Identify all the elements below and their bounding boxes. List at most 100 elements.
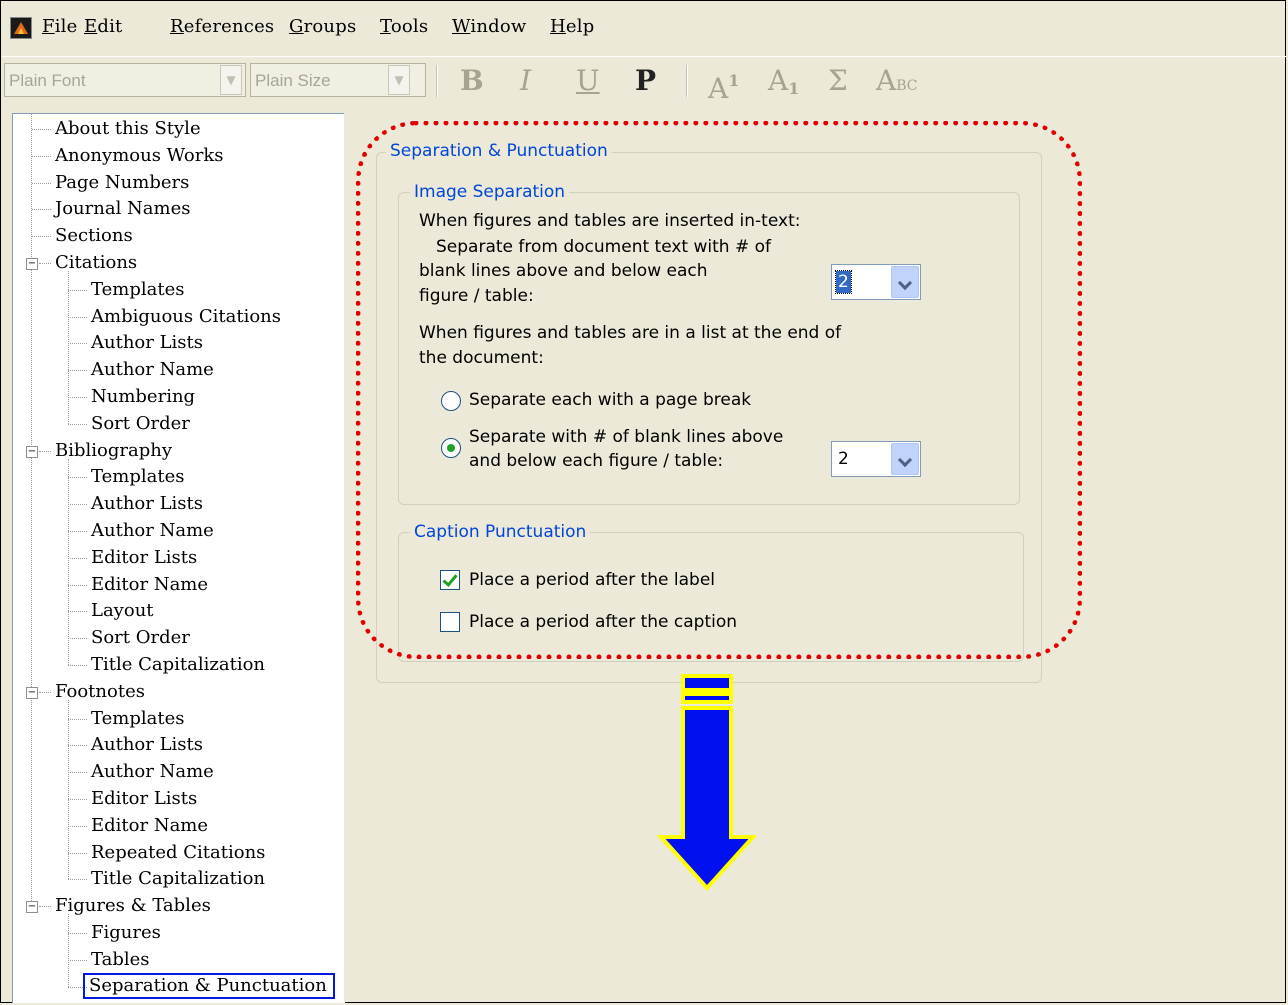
toolbar-separator — [436, 65, 438, 97]
tree-connector — [68, 504, 87, 506]
app-icon[interactable] — [10, 17, 32, 39]
radio-page-break-label[interactable]: Separate each with a page break — [469, 389, 751, 412]
menu-tools[interactable]: Tools — [380, 16, 428, 37]
tree-item[interactable]: Author Name — [91, 760, 214, 784]
tree-item[interactable]: Title Capitalization — [91, 653, 265, 677]
menu-references[interactable]: References — [170, 16, 274, 37]
tree-item[interactable]: Templates — [91, 465, 184, 489]
subscript-mark: 1 — [788, 79, 800, 98]
tree-connector — [68, 718, 87, 720]
tree-connector — [32, 182, 51, 184]
tree-item[interactable]: Author Lists — [91, 331, 203, 355]
tree-item[interactable]: Author Lists — [91, 733, 203, 757]
tree-connector — [68, 584, 87, 586]
tree-item[interactable]: Page Numbers — [55, 171, 189, 195]
checkbox-period-after-caption-text[interactable]: Place a period after the caption — [469, 611, 737, 634]
tree-item[interactable]: Author Name — [91, 358, 214, 382]
tree-item[interactable]: About this Style — [55, 117, 201, 141]
intext-blank-lines-select[interactable]: 2 — [831, 264, 921, 300]
tree-item[interactable]: Numbering — [91, 385, 195, 409]
tree-connector — [68, 557, 87, 559]
tree-item[interactable]: Sections — [55, 224, 133, 248]
tree-item[interactable]: Author Lists — [91, 492, 203, 516]
tree-item[interactable]: Footnotes — [55, 680, 145, 704]
tree-item[interactable]: Journal Names — [55, 197, 191, 221]
tree-item[interactable]: Layout — [91, 599, 154, 623]
tree-connector — [68, 914, 69, 987]
tree-item[interactable]: Figures — [91, 921, 161, 945]
italic-button[interactable]: I — [520, 61, 531, 101]
superscript-letter: A — [708, 72, 729, 105]
checkbox-period-after-caption[interactable] — [440, 612, 460, 632]
tree-item[interactable]: Title Capitalization — [91, 867, 265, 891]
tree-item[interactable]: Sort Order — [91, 626, 190, 650]
tree-item[interactable]: Author Name — [91, 519, 214, 543]
tree-item[interactable]: Templates — [91, 707, 184, 731]
tree-item[interactable]: Tables — [91, 948, 150, 972]
intext-description-line3: figure / table: — [419, 286, 534, 306]
tree-connector — [68, 423, 87, 425]
tree-item[interactable]: Citations — [55, 251, 137, 275]
endlist-blank-lines-select[interactable]: 2 — [831, 441, 921, 477]
small-caps-mark: BC — [896, 78, 918, 94]
collapse-icon[interactable]: − — [26, 901, 38, 914]
checkbox-period-after-label[interactable] — [440, 570, 460, 590]
font-combo[interactable]: Plain Font — [4, 63, 246, 97]
tree-item[interactable]: Sort Order — [91, 412, 190, 436]
chevron-down-icon[interactable] — [891, 266, 919, 298]
tree-connector — [32, 129, 51, 130]
tree-item[interactable]: Repeated Citations — [91, 841, 265, 865]
font-dropdown-icon[interactable]: ▼ — [220, 65, 242, 95]
tree-item[interactable]: Ambiguous Citations — [91, 305, 281, 329]
tree-connector — [68, 933, 87, 934]
endlist-blank-lines-value: 2 — [838, 449, 849, 469]
tree-item[interactable]: Editor Name — [91, 814, 208, 838]
subscript-button[interactable]: A1 — [768, 61, 799, 109]
menu-file[interactable]: File — [42, 16, 77, 37]
tree-item[interactable]: Anonymous Works — [55, 144, 224, 168]
tree-item[interactable]: Separation & Punctuation — [83, 972, 335, 999]
radio-page-break[interactable] — [441, 391, 461, 411]
image-separation-title: Image Separation — [410, 182, 570, 202]
collapse-icon[interactable]: − — [26, 686, 38, 699]
tree-connector — [68, 370, 87, 372]
tree-connector — [68, 611, 87, 613]
radio-blank-lines-label-line1[interactable]: Separate with # of blank lines above — [469, 426, 783, 449]
tree-item[interactable]: Editor Name — [91, 573, 208, 597]
plain-button[interactable]: P — [635, 61, 656, 101]
size-dropdown-icon[interactable]: ▼ — [388, 65, 410, 95]
tree-item[interactable]: Editor Lists — [91, 787, 197, 811]
menu-groups[interactable]: Groups — [289, 16, 356, 37]
tree-item[interactable]: Templates — [91, 278, 184, 302]
tree-item[interactable]: Bibliography — [55, 439, 172, 463]
small-caps-button[interactable]: ABC — [876, 61, 918, 106]
tree-connector — [68, 745, 87, 747]
tree-connector — [68, 772, 87, 774]
symbol-button[interactable]: Σ — [828, 61, 848, 101]
tree-connector — [68, 852, 87, 854]
tree-connector — [68, 343, 87, 345]
tree-item[interactable]: Editor Lists — [91, 546, 197, 570]
underline-button[interactable]: U — [576, 61, 600, 101]
panel-splitter[interactable] — [344, 113, 350, 1002]
menu-edit[interactable]: Edit — [84, 16, 122, 37]
endlist-label-line1: When figures and tables are in a list at… — [419, 323, 842, 343]
tree-connector — [68, 397, 87, 398]
checkbox-period-after-label-text[interactable]: Place a period after the label — [469, 569, 715, 592]
chevron-down-icon[interactable] — [891, 443, 919, 475]
bold-button[interactable]: B — [460, 61, 484, 101]
collapse-icon[interactable]: − — [26, 445, 38, 458]
tree-connector — [68, 638, 87, 640]
intext-description-line2: blank lines above and below each — [419, 261, 708, 281]
radio-blank-lines[interactable] — [441, 438, 461, 458]
menu-help[interactable]: Help — [550, 16, 594, 37]
collapse-icon[interactable]: − — [26, 258, 38, 270]
tree-item[interactable]: Figures & Tables — [55, 894, 211, 918]
menu-window[interactable]: Window — [452, 16, 527, 37]
radio-blank-lines-label-line2[interactable]: and below each figure / table: — [469, 450, 723, 473]
tree-connector — [68, 959, 87, 961]
tree-connector — [31, 114, 32, 902]
tree-connector — [39, 691, 51, 693]
style-tree[interactable]: About this Style Anonymous Works Page Numb… — [12, 113, 345, 1003]
superscript-button[interactable]: A1 — [708, 61, 739, 109]
